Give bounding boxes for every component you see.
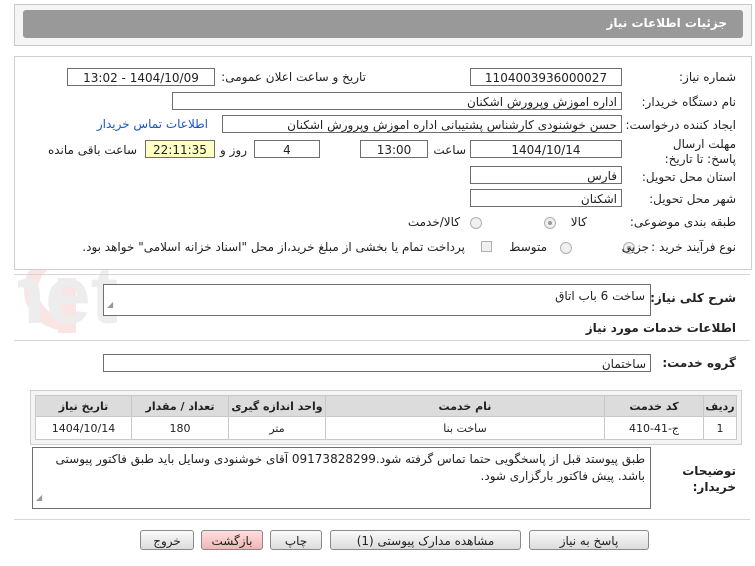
category-goods-label: کالا bbox=[570, 215, 587, 229]
services-section-title: اطلاعات خدمات مورد نیاز bbox=[585, 321, 736, 335]
days-field: 4 bbox=[254, 140, 320, 158]
buyer-contact-link[interactable]: اطلاعات تماس خریدار bbox=[97, 117, 208, 131]
deadline-time-label: ساعت bbox=[433, 143, 466, 157]
col-code-header: کد خدمت bbox=[604, 395, 704, 417]
cell-row: 1 bbox=[703, 416, 737, 440]
buyer-notes-label: توضیحات خریدار: bbox=[682, 464, 736, 494]
deadline-label: مهلت ارسال پاسخ: تا تاریخ: bbox=[664, 137, 736, 166]
creator-field: حسن خوشنودی کارشناس پشتیبانی اداره اموزش… bbox=[222, 115, 622, 133]
col-row-header: ردیف bbox=[703, 395, 737, 417]
category-goods-radio[interactable] bbox=[544, 217, 556, 229]
remaining-label: ساعت باقی مانده bbox=[47, 143, 137, 157]
cell-unit: متر bbox=[228, 416, 326, 440]
remaining-time-field: 22:11:35 bbox=[145, 140, 215, 158]
divider bbox=[14, 340, 750, 341]
services-table-container: ردیف کد خدمت نام خدمت واحد اندازه گیری ت… bbox=[30, 390, 742, 445]
process-minor-label: جزیی bbox=[621, 240, 649, 254]
service-group-field: ساختمان bbox=[103, 354, 651, 372]
cell-date: 1404/10/14 bbox=[35, 416, 132, 440]
process-medium-label: متوسط bbox=[509, 240, 547, 254]
days-label: روز و bbox=[220, 143, 247, 157]
service-group-label: گروه خدمت: bbox=[662, 356, 736, 370]
back-button[interactable]: بازگشت bbox=[201, 530, 263, 550]
buyer-notes-field[interactable]: طبق پیوستد قبل از پاسخگویی حتما تماس گرف… bbox=[32, 447, 651, 509]
need-number-label: شماره نیاز: bbox=[679, 70, 736, 84]
need-number-field: 1104003936000027 bbox=[470, 68, 622, 86]
col-date-header: تاریخ نیاز bbox=[35, 395, 132, 417]
treasury-payment-checkbox[interactable] bbox=[481, 241, 492, 252]
header-bar: جزئیات اطلاعات نیاز bbox=[23, 10, 743, 38]
table-row: 1 ج-41-410 ساخت بنا متر 180 1404/10/14 bbox=[35, 416, 737, 440]
process-label: نوع فرآیند خرید : bbox=[651, 240, 736, 254]
col-name-header: نام خدمت bbox=[325, 395, 605, 417]
divider bbox=[14, 519, 750, 520]
announce-label: تاریخ و ساعت اعلان عمومی: bbox=[221, 70, 366, 84]
cell-name: ساخت بنا bbox=[325, 416, 605, 440]
cell-qty: 180 bbox=[131, 416, 229, 440]
process-medium-radio[interactable] bbox=[560, 242, 572, 254]
col-unit-header: واحد اندازه گیری bbox=[228, 395, 326, 417]
province-label: استان محل تحویل: bbox=[641, 170, 736, 184]
buyer-org-label: نام دستگاه خریدار: bbox=[641, 95, 737, 109]
page-title: جزئیات اطلاعات نیاز bbox=[606, 16, 727, 30]
category-label: طبقه بندی موضوعی: bbox=[629, 215, 736, 229]
city-label: شهر محل تحویل: bbox=[649, 192, 736, 206]
reply-button[interactable]: پاسخ به نیاز bbox=[529, 530, 649, 550]
header-panel: جزئیات اطلاعات نیاز bbox=[14, 4, 752, 46]
description-field[interactable]: ساخت 6 باب اتاق ◢ bbox=[103, 284, 651, 316]
buyer-notes-text: طبق پیوستد قبل از پاسخگویی حتما تماس گرف… bbox=[55, 452, 645, 483]
col-qty-header: تعداد / مقدار bbox=[131, 395, 229, 417]
creator-label: ایجاد کننده درخواست: bbox=[625, 118, 736, 132]
divider bbox=[14, 274, 750, 275]
deadline-time-field: 13:00 bbox=[360, 140, 428, 158]
category-goods-service-label: کالا/خدمت bbox=[407, 215, 460, 229]
buyer-org-field: اداره اموزش وپرورش اشکنان bbox=[172, 92, 622, 110]
services-table: ردیف کد خدمت نام خدمت واحد اندازه گیری ت… bbox=[35, 395, 737, 440]
cell-code: ج-41-410 bbox=[604, 416, 704, 440]
description-text: ساخت 6 باب اتاق bbox=[555, 289, 645, 303]
treasury-payment-note: پرداخت تمام یا بخشی از مبلغ خرید،از محل … bbox=[82, 240, 465, 254]
announce-datetime-field: 1404/10/09 - 13:02 bbox=[67, 68, 215, 86]
description-label: شرح کلی نیاز: bbox=[650, 291, 736, 305]
table-header-row: ردیف کد خدمت نام خدمت واحد اندازه گیری ت… bbox=[35, 395, 737, 417]
resize-grip-icon: ◢ bbox=[107, 300, 114, 309]
main-form-panel bbox=[14, 56, 752, 270]
province-field: فارس bbox=[470, 166, 622, 184]
exit-button[interactable]: خروج bbox=[140, 530, 194, 550]
view-attachments-button[interactable]: مشاهده مدارک پیوستی (1) bbox=[330, 530, 521, 550]
print-button[interactable]: چاپ bbox=[270, 530, 322, 550]
category-goods-service-radio[interactable] bbox=[470, 217, 482, 229]
city-field: اشکنان bbox=[470, 189, 622, 207]
resize-grip-icon: ◢ bbox=[36, 493, 43, 502]
deadline-date-field: 1404/10/14 bbox=[470, 140, 622, 158]
